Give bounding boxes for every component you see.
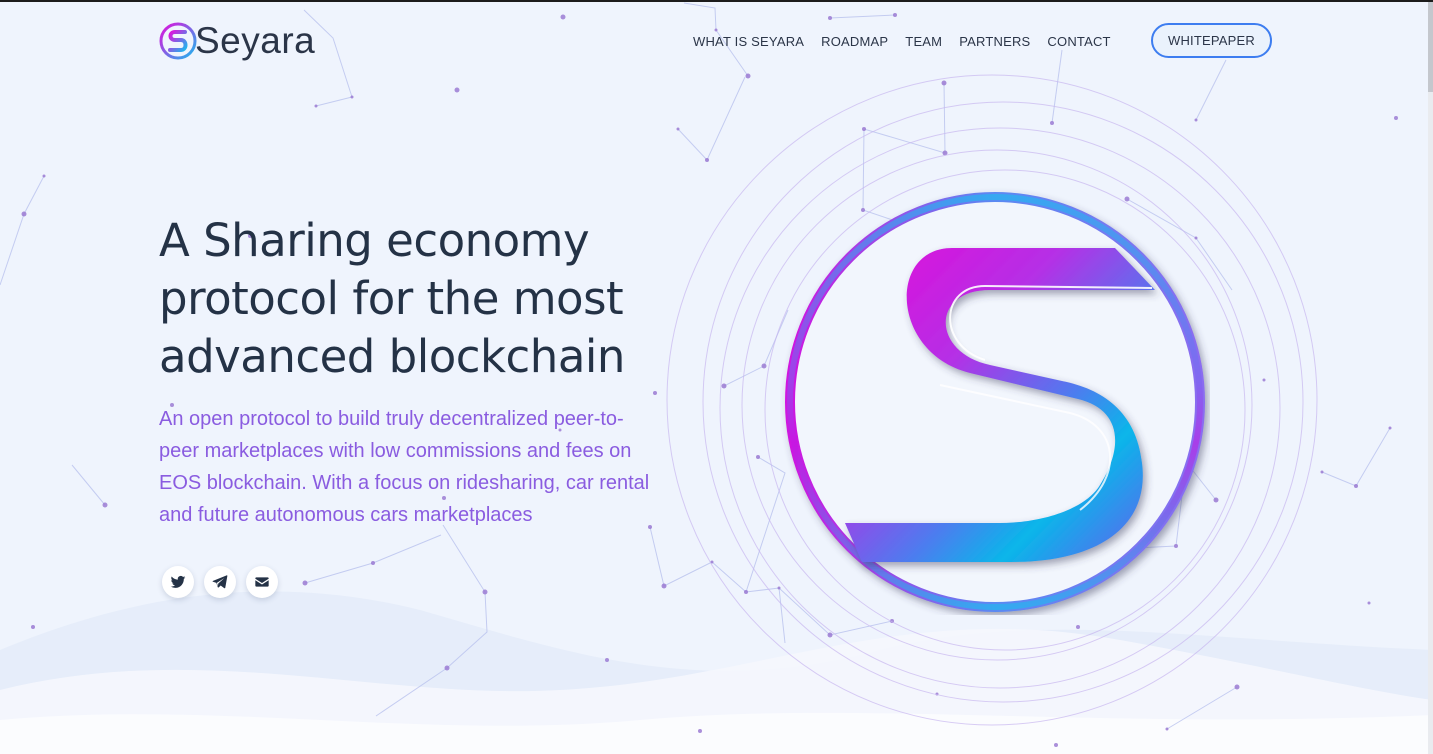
telegram-button[interactable] — [204, 566, 236, 598]
telegram-icon — [212, 575, 228, 589]
brand-logo[interactable]: Seyara — [158, 20, 315, 62]
hero-subtitle-line: and future autonomous cars marketplaces — [159, 504, 533, 526]
nav-roadmap[interactable]: ROADMAP — [821, 34, 888, 50]
hero-title-line: advanced blockchain — [159, 330, 625, 383]
hero-subtitle: An open protocol to build truly decentra… — [159, 403, 679, 531]
nav-partners[interactable]: PARTNERS — [959, 34, 1030, 50]
main-nav: WHAT IS SEYARA ROADMAP TEAM PARTNERS CON… — [693, 34, 1128, 50]
email-icon — [255, 577, 269, 587]
twitter-button[interactable] — [162, 566, 194, 598]
logo-s-icon — [159, 22, 197, 60]
scrollbar[interactable] — [1428, 2, 1433, 754]
nav-team[interactable]: TEAM — [905, 34, 942, 50]
hero-title-line: protocol for the most — [159, 272, 624, 325]
hero-subtitle-line: EOS blockchain. With a focus on rideshar… — [159, 472, 650, 494]
nav-contact[interactable]: CONTACT — [1047, 34, 1110, 50]
whitepaper-button[interactable]: WHITEPAPER — [1151, 23, 1272, 58]
twitter-icon — [170, 575, 186, 588]
scrollbar-thumb[interactable] — [1428, 2, 1433, 92]
hero-subtitle-line: peer marketplaces with low commissions a… — [159, 440, 632, 462]
hero-title: A Sharing economy protocol for the most … — [159, 212, 719, 386]
nav-what-is-seyara[interactable]: WHAT IS SEYARA — [693, 34, 804, 50]
hero-subtitle-line: An open protocol to build truly decentra… — [159, 408, 624, 430]
hero-title-line: A Sharing economy — [159, 214, 590, 267]
seyara-emblem-icon — [785, 192, 1205, 612]
social-links — [162, 566, 288, 598]
brand-name: Seyara — [195, 20, 316, 61]
email-button[interactable] — [246, 566, 278, 598]
